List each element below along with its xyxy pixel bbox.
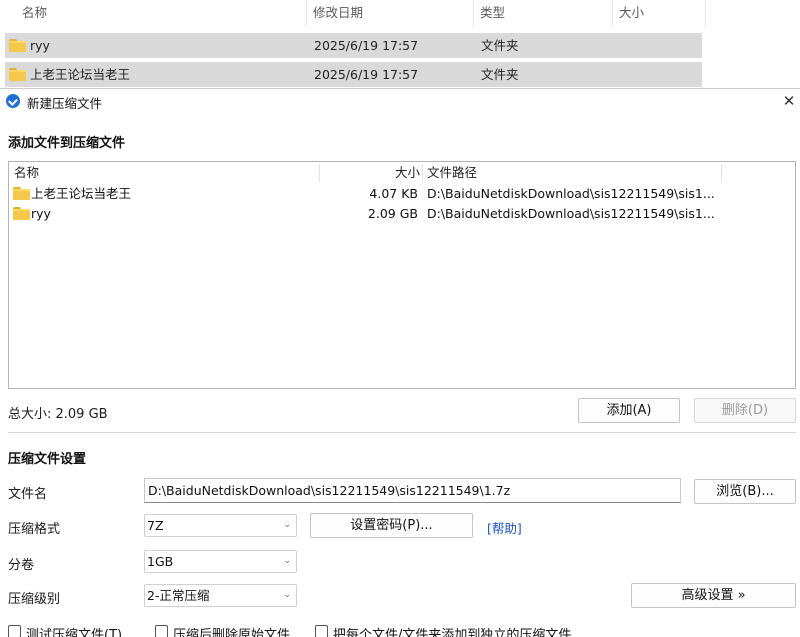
folder-icon: [9, 68, 26, 81]
chevron-down-icon: ⌄: [283, 520, 291, 530]
delete-original-checkbox-label: 压缩后删除原始文件: [173, 628, 291, 637]
browse-button[interactable]: 浏览(B)...: [694, 479, 796, 504]
filename-field[interactable]: D:\BaiduNetdiskDownload\sis12211549\sis1…: [144, 478, 681, 503]
volume-select-value: 1GB: [147, 554, 174, 569]
explorer-col-type[interactable]: 类型: [474, 0, 613, 26]
chevron-down-icon: ⌄: [283, 590, 291, 600]
format-select[interactable]: 7Z ⌄: [144, 514, 297, 537]
format-select-value: 7Z: [147, 518, 164, 533]
delete-original-checkbox[interactable]: 压缩后删除原始文件: [155, 624, 305, 637]
volume-select[interactable]: 1GB ⌄: [144, 550, 297, 573]
explorer-background: 名称 修改日期 类型 大小 ^ ryy 2025/6/19 17:57 文件夹 …: [0, 0, 800, 88]
file-list-row-name: ryy: [31, 206, 51, 221]
file-list-row-size: 2.09 GB: [367, 206, 418, 221]
sort-chevron-icon: ^: [157, 0, 165, 4]
folder-icon: [13, 207, 30, 220]
volume-label: 分卷: [8, 558, 35, 573]
file-list-row-name: 上老王论坛当老王: [31, 186, 132, 201]
explorer-row-name: 上老王论坛当老王: [30, 67, 131, 82]
file-list-row-path: D:\BaiduNetdiskDownload\sis12211549\sis1…: [427, 206, 715, 221]
close-icon[interactable]: ✕: [778, 89, 800, 115]
explorer-column-header: 名称 修改日期 类型 大小 ^: [0, 0, 706, 26]
explorer-row[interactable]: ryy 2025/6/19 17:57 文件夹: [5, 33, 702, 58]
folder-icon: [9, 39, 26, 52]
explorer-row-name: ryy: [30, 38, 50, 53]
checkbox-box[interactable]: [8, 625, 21, 637]
column-divider: [721, 164, 722, 182]
set-password-button[interactable]: 设置密码(P)...: [310, 513, 473, 538]
level-select[interactable]: 2-正常压缩 ⌄: [144, 584, 297, 607]
folder-icon: [13, 187, 30, 200]
test-archive-checkbox-label: 测试压缩文件(T): [26, 628, 123, 637]
file-list[interactable]: 名称 大小 文件路径 上老王论坛当老王 4.07 KB D:\BaiduNetd…: [8, 161, 796, 389]
test-archive-checkbox[interactable]: 测试压缩文件(T): [8, 624, 148, 637]
delete-button[interactable]: 删除(D): [694, 398, 796, 423]
explorer-col-size[interactable]: 大小: [613, 0, 706, 26]
add-button[interactable]: 添加(A): [578, 398, 680, 423]
explorer-col-date[interactable]: 修改日期: [307, 0, 474, 26]
checkbox-box[interactable]: [155, 625, 168, 637]
file-list-row-path: D:\BaiduNetdiskDownload\sis12211549\sis1…: [427, 186, 715, 201]
file-list-row[interactable]: 上老王论坛当老王 4.07 KB D:\BaiduNetdiskDownload…: [9, 184, 795, 204]
divider: [8, 432, 796, 433]
add-files-section-title: 添加文件到压缩文件: [8, 136, 126, 151]
separate-archives-checkbox-label: 把每个文件/文件夹添加到独立的压缩文件: [333, 628, 572, 637]
dialog-titlebar[interactable]: 新建压缩文件 ✕: [0, 89, 800, 115]
format-label: 压缩格式: [8, 522, 61, 537]
filename-label: 文件名: [8, 487, 48, 502]
level-select-value: 2-正常压缩: [147, 588, 210, 603]
file-list-header: 名称 大小 文件路径: [9, 162, 795, 184]
file-list-col-size[interactable]: 大小: [395, 162, 420, 184]
separate-archives-checkbox[interactable]: 把每个文件/文件夹添加到独立的压缩文件: [315, 624, 595, 637]
explorer-row-date: 2025/6/19 17:57: [314, 67, 419, 82]
explorer-row-type: 文件夹: [481, 67, 519, 82]
explorer-row-type: 文件夹: [481, 38, 519, 53]
checkbox-box[interactable]: [315, 625, 328, 637]
help-link[interactable]: [帮助]: [487, 518, 522, 537]
chevron-down-icon: ⌄: [283, 556, 291, 566]
dialog-title: 新建压缩文件: [27, 96, 103, 111]
new-archive-dialog: 新建压缩文件 ✕ 添加文件到压缩文件 名称 大小 文件路径 上老王论坛当老王 4…: [0, 88, 800, 637]
file-list-col-path[interactable]: 文件路径: [427, 162, 477, 184]
total-size-label: 总大小: 2.09 GB: [8, 407, 108, 422]
column-divider: [319, 164, 320, 182]
advanced-settings-button[interactable]: 高级设置 »: [631, 583, 796, 608]
explorer-row-date: 2025/6/19 17:57: [314, 38, 419, 53]
file-list-row[interactable]: ryy 2.09 GB D:\BaiduNetdiskDownload\sis1…: [9, 204, 795, 224]
column-divider: [422, 164, 423, 182]
file-list-col-name[interactable]: 名称: [14, 162, 39, 184]
explorer-row[interactable]: 上老王论坛当老王 2025/6/19 17:57 文件夹: [5, 62, 702, 87]
level-label: 压缩级别: [8, 592, 61, 607]
file-list-row-size: 4.07 KB: [369, 186, 418, 201]
archive-settings-section-title: 压缩文件设置: [8, 452, 87, 467]
app-logo-icon: [6, 94, 20, 108]
